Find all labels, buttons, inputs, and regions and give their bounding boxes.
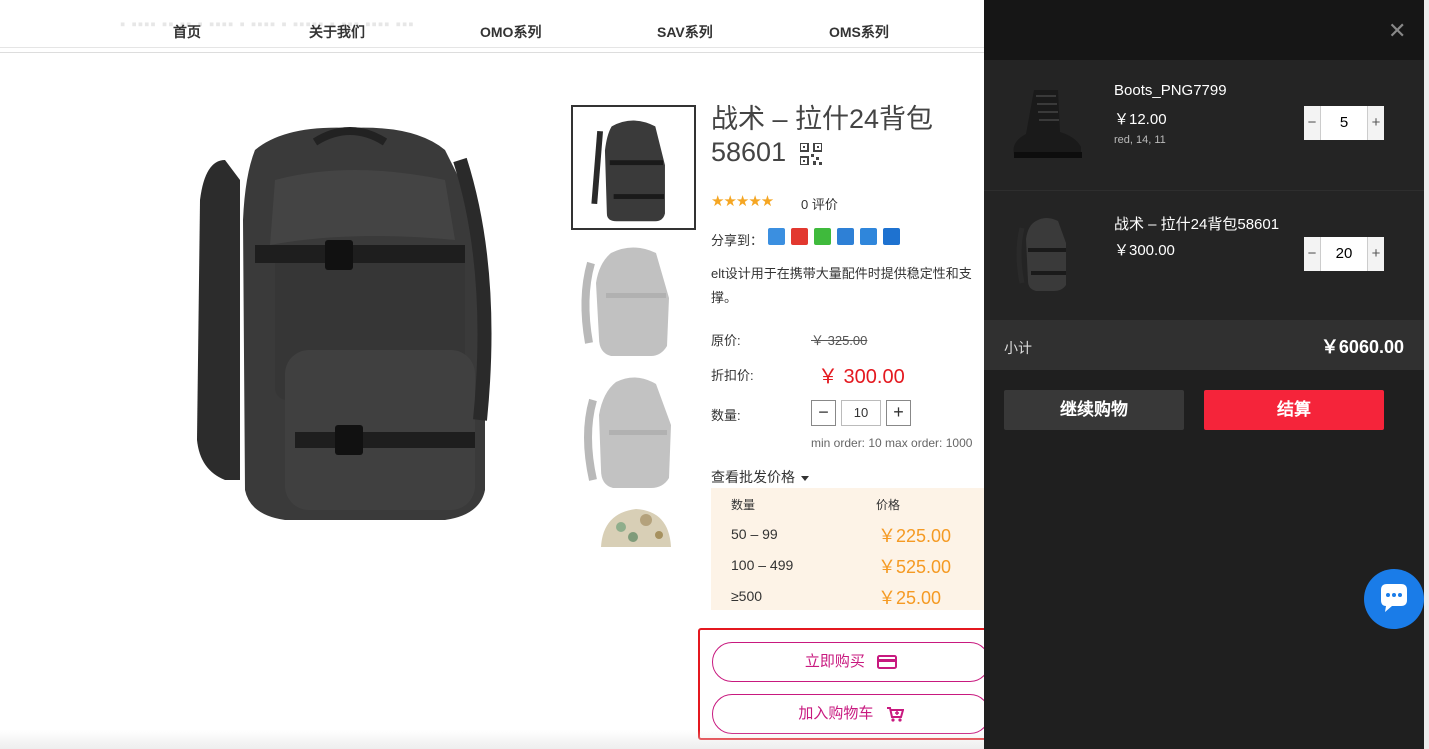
email-share-icon[interactable] bbox=[837, 228, 854, 245]
credit-card-icon bbox=[877, 655, 898, 670]
product-title: 战术 – 拉什24背包58601 bbox=[711, 103, 981, 169]
cart-subtotal: 小计 ￥6060.00 bbox=[984, 320, 1429, 370]
wholesale-row-qty: ≥500 bbox=[731, 588, 763, 604]
cart-item-name: Boots_PNG7799 bbox=[1114, 82, 1227, 99]
action-buttons-highlight: 立即购买 加入购物车 bbox=[698, 628, 990, 740]
cart-item-quantity-stepper: − 20 + bbox=[1304, 237, 1384, 271]
cart-item-image[interactable] bbox=[1006, 213, 1086, 293]
share-label: 分享到： bbox=[711, 233, 764, 248]
product-main-image[interactable] bbox=[185, 120, 515, 525]
print-share-icon[interactable] bbox=[860, 228, 877, 245]
weibo-share-icon[interactable] bbox=[791, 228, 808, 245]
wholesale-header-qty: 数量 bbox=[731, 498, 756, 512]
thumbnail-3[interactable] bbox=[571, 370, 696, 495]
caret-down-icon bbox=[801, 475, 809, 481]
buy-now-label: 立即购买 bbox=[804, 653, 865, 670]
cart-qty-increase-button[interactable]: + bbox=[1368, 106, 1384, 140]
thumbnail-4[interactable] bbox=[571, 505, 696, 547]
page-bottom-fade bbox=[0, 730, 984, 749]
cart-item: 战术 – 拉什24背包58601 ￥300.00 − 20 + bbox=[984, 190, 1429, 320]
wholesale-row-qty: 100 – 499 bbox=[731, 557, 794, 573]
wholesale-price-toggle[interactable]: 查看批发价格 bbox=[711, 467, 809, 487]
product-title-text: 战术 – 拉什24背包58601 bbox=[711, 104, 934, 167]
divider bbox=[0, 52, 984, 53]
cart-qty-input[interactable]: 20 bbox=[1320, 237, 1368, 271]
top-nav: ▪ ▪▪▪▪ ▪▪ ▪▪ ▪ ▪▪▪▪ ▪ ▪▪▪▪ ▪ ▪▪▪▪▪ ▪ ▪▪▪… bbox=[0, 0, 984, 48]
cart-item-quantity-stepper: − 5 + bbox=[1304, 106, 1384, 140]
thumbnail-1[interactable] bbox=[571, 105, 696, 230]
cart-item-attributes: red, 14, 11 bbox=[1114, 134, 1166, 146]
qzone-share-icon[interactable] bbox=[768, 228, 785, 245]
cart-drawer: ✕ Boots_PNG7799 ￥12.00 red, 14, 11 − 5 +… bbox=[984, 0, 1429, 749]
buy-now-button[interactable]: 立即购买 bbox=[712, 642, 990, 682]
wholesale-toggle-label: 查看批发价格 bbox=[711, 469, 795, 485]
product-description: elt设计用于在携带大量配件时提供稳定性和支撑。 bbox=[711, 266, 972, 305]
add-to-cart-button[interactable]: 加入购物车 bbox=[712, 694, 990, 734]
cart-qty-decrease-button[interactable]: − bbox=[1304, 237, 1320, 271]
rating-stars: ★★★★★ bbox=[711, 193, 774, 210]
original-price: ￥ 325.00 bbox=[811, 333, 868, 348]
discount-price-label: 折扣价: bbox=[711, 368, 754, 383]
original-price-label: 原价: bbox=[711, 333, 741, 348]
nav-item-omo[interactable]: OMO系列 bbox=[480, 22, 541, 42]
cart-item-name: 战术 – 拉什24背包58601 bbox=[1114, 216, 1280, 233]
scrollbar-track[interactable] bbox=[1424, 0, 1429, 749]
cart-add-icon bbox=[886, 707, 904, 722]
wholesale-header-price: 价格 bbox=[876, 498, 901, 512]
wholesale-row-qty: 50 – 99 bbox=[731, 526, 778, 542]
cart-qty-decrease-button[interactable]: − bbox=[1304, 106, 1320, 140]
review-count[interactable]: 0 评价 bbox=[801, 194, 838, 213]
wechat-share-icon[interactable] bbox=[814, 228, 831, 245]
cart-item: Boots_PNG7799 ￥12.00 red, 14, 11 − 5 + bbox=[984, 60, 1429, 190]
nav-item-about[interactable]: 关于我们 bbox=[309, 22, 365, 42]
quantity-decrease-button[interactable]: − bbox=[811, 400, 836, 426]
chat-bubble-icon bbox=[1381, 584, 1407, 612]
cart-item-image[interactable] bbox=[1006, 82, 1086, 162]
cart-qty-input[interactable]: 5 bbox=[1320, 106, 1368, 140]
wholesale-row-price: ￥25.00 bbox=[878, 588, 942, 608]
checkout-button[interactable]: 结算 bbox=[1204, 390, 1384, 430]
subtotal-label: 小计 bbox=[1004, 340, 1032, 356]
wholesale-row-price: ￥225.00 bbox=[878, 526, 952, 546]
add-to-cart-label: 加入购物车 bbox=[798, 705, 874, 722]
min-max-order: min order: 10 max order: 1000 bbox=[811, 436, 973, 450]
discount-price: ￥ 300.00 bbox=[818, 366, 905, 388]
cart-drawer-header: ✕ bbox=[984, 0, 1429, 60]
cart-item-price: ￥12.00 bbox=[1114, 111, 1167, 128]
cart-item-price: ￥300.00 bbox=[1114, 242, 1175, 259]
wholesale-table: 数量 价格 50 – 99 ￥225.00 100 – 499 ￥525.00 … bbox=[711, 488, 984, 610]
quantity-label: 数量: bbox=[711, 408, 741, 423]
close-icon[interactable]: ✕ bbox=[1388, 18, 1406, 44]
quantity-increase-button[interactable]: + bbox=[886, 400, 911, 426]
quantity-input[interactable]: 10 bbox=[841, 400, 881, 426]
thumbnail-2[interactable] bbox=[571, 238, 696, 363]
cart-qty-increase-button[interactable]: + bbox=[1368, 237, 1384, 271]
nav-item-home[interactable]: 首页 bbox=[173, 22, 201, 42]
subtotal-value: ￥6060.00 bbox=[1320, 337, 1404, 357]
qr-code-icon[interactable] bbox=[799, 142, 822, 165]
more-share-icon[interactable] bbox=[883, 228, 900, 245]
quantity-stepper: − 10 + bbox=[811, 400, 911, 426]
chat-button[interactable] bbox=[1364, 569, 1424, 629]
breadcrumb-ghost: ▪ ▪▪▪▪ ▪▪ ▪▪ ▪ ▪▪▪▪ ▪ ▪▪▪▪ ▪ ▪▪▪▪▪ ▪ ▪▪▪… bbox=[120, 16, 415, 33]
continue-shopping-button[interactable]: 继续购物 bbox=[1004, 390, 1184, 430]
nav-item-sav[interactable]: SAV系列 bbox=[657, 22, 713, 42]
nav-item-oms[interactable]: OMS系列 bbox=[829, 22, 889, 42]
share-icons bbox=[768, 228, 900, 245]
wholesale-row-price: ￥525.00 bbox=[878, 557, 952, 577]
